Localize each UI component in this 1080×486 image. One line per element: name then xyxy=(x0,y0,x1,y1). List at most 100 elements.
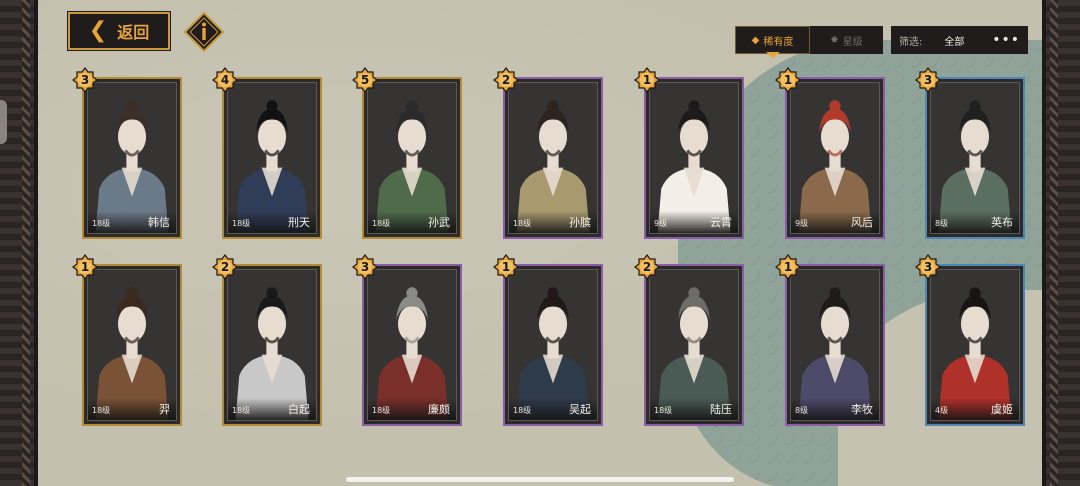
rank-badge: 4 xyxy=(212,67,238,93)
left-frame-border xyxy=(0,0,38,486)
sort-rarity-tab[interactable]: ◆ 稀有度 xyxy=(735,26,810,58)
hero-card[interactable]: 4级 虞姬 3 xyxy=(915,254,1025,426)
hero-card[interactable]: 9级 风后 1 xyxy=(775,67,885,239)
hero-card[interactable]: 18级 吴起 1 xyxy=(493,254,603,426)
hero-level: 8级 xyxy=(935,219,949,228)
filter-label: 筛选: xyxy=(899,36,923,48)
hero-name: 吴起 xyxy=(569,403,591,416)
hero-card-inner: 9级 风后 xyxy=(790,82,880,234)
hero-card-inner: 4级 虞姬 xyxy=(930,269,1020,421)
hero-card[interactable]: 8级 英布 3 xyxy=(915,67,1025,239)
sort-rarity-label: 稀有度 xyxy=(763,36,794,48)
hero-card-inner: 18级 陆压 xyxy=(649,269,739,421)
hero-card[interactable]: 18级 韩信 3 xyxy=(72,67,182,239)
hero-level: 18级 xyxy=(513,406,532,415)
rank-badge: 2 xyxy=(212,254,238,280)
hero-card[interactable]: 18级 羿 1 xyxy=(72,254,182,426)
rank-badge: 3 xyxy=(352,254,378,280)
rank-number: 3 xyxy=(80,73,90,87)
rank-badge: 2 xyxy=(634,254,660,280)
hero-card-inner: 18级 白起 xyxy=(227,269,317,421)
right-frame-border xyxy=(1042,0,1080,486)
hero-card[interactable]: 18级 刑天 4 xyxy=(212,67,322,239)
hero-name: 韩信 xyxy=(148,216,170,229)
hero-card-footer: 9级 风后 xyxy=(791,211,879,233)
hero-card-inner: 8级 英布 xyxy=(930,82,1020,234)
star-icon: ✸ xyxy=(830,34,839,46)
rank-number: 1 xyxy=(783,260,793,274)
rank-badge: 5 xyxy=(352,67,378,93)
rank-number: 3 xyxy=(923,73,933,87)
hero-card-footer: 18级 白起 xyxy=(228,398,316,420)
home-indicator xyxy=(346,477,734,482)
hero-level: 18级 xyxy=(232,219,251,228)
back-button[interactable]: ❮ 返回 xyxy=(67,11,171,51)
rank-number: 3 xyxy=(923,260,933,274)
hero-card-inner: 8级 李牧 xyxy=(790,269,880,421)
hero-name: 孙膑 xyxy=(569,216,591,229)
rank-badge: 1 xyxy=(775,67,801,93)
hero-name: 英布 xyxy=(991,216,1013,229)
rank-badge: 3 xyxy=(915,254,941,280)
hero-level: 18级 xyxy=(372,219,391,228)
hero-card-inner: 18级 吴起 xyxy=(508,269,598,421)
hero-card-inner: 18级 韩信 xyxy=(87,82,177,234)
rank-number: 1 xyxy=(80,260,90,274)
rank-badge: 1 xyxy=(634,67,660,93)
hero-card-footer: 18级 刑天 xyxy=(228,211,316,233)
hero-level: 9级 xyxy=(795,219,809,228)
hero-card-footer: 8级 英布 xyxy=(931,211,1019,233)
rank-number: 3 xyxy=(360,260,370,274)
sort-star-tab[interactable]: ✸ 星级 xyxy=(810,26,883,54)
hero-card-footer: 18级 孙膑 xyxy=(509,211,597,233)
hero-card-inner: 18级 孙武 xyxy=(367,82,457,234)
rank-badge: 1 xyxy=(493,254,519,280)
hero-card-footer: 18级 吴起 xyxy=(509,398,597,420)
hero-level: 18级 xyxy=(92,406,111,415)
hero-level: 9级 xyxy=(654,219,668,228)
hero-level: 8级 xyxy=(795,406,809,415)
sort-star-label: 星级 xyxy=(842,36,863,48)
rank-badge: 2 xyxy=(493,67,519,93)
rank-badge: 3 xyxy=(915,67,941,93)
hero-card[interactable]: 9级 云霄 1 xyxy=(634,67,744,239)
filter-dropdown[interactable]: 筛选: 全部 ••• xyxy=(891,26,1028,54)
hero-name: 廉颇 xyxy=(428,403,450,416)
side-handle[interactable] xyxy=(0,100,7,144)
rank-number: 1 xyxy=(783,73,793,87)
rank-badge: 3 xyxy=(72,67,98,93)
hero-card-inner: 18级 羿 xyxy=(87,269,177,421)
hero-card[interactable]: 18级 廉颇 3 xyxy=(352,254,462,426)
hero-card[interactable]: 8级 李牧 1 xyxy=(775,254,885,426)
info-icon[interactable] xyxy=(183,11,225,53)
rank-number: 1 xyxy=(642,73,652,87)
hero-card-inner: 18级 孙膑 xyxy=(508,82,598,234)
hero-card[interactable]: 18级 孙武 5 xyxy=(352,67,462,239)
hero-card-footer: 18级 韩信 xyxy=(88,211,176,233)
rank-number: 2 xyxy=(642,260,652,274)
hero-card-inner: 18级 廉颇 xyxy=(367,269,457,421)
sort-toggle: ◆ 稀有度 ✸ 星级 xyxy=(735,26,883,58)
hero-card[interactable]: 18级 孙膑 2 xyxy=(493,67,603,239)
back-arrow-icon: ❮ xyxy=(88,18,108,43)
hero-name: 李牧 xyxy=(851,403,873,416)
hero-name: 虞姬 xyxy=(991,403,1013,416)
hero-card-footer: 18级 孙武 xyxy=(368,211,456,233)
hero-card[interactable]: 18级 陆压 2 xyxy=(634,254,744,426)
hero-card[interactable]: 18级 白起 2 xyxy=(212,254,322,426)
hero-name: 刑天 xyxy=(288,216,310,229)
hero-name: 孙武 xyxy=(428,216,450,229)
hero-level: 4级 xyxy=(935,406,949,415)
hero-name: 羿 xyxy=(159,403,170,416)
hero-card-footer: 4级 虞姬 xyxy=(931,398,1019,420)
hero-card-footer: 18级 陆压 xyxy=(650,398,738,420)
hero-collection-panel: ❮ 返回 ◆ 稀有度 ✸ 星级 筛选: 全部 ••• 18级 韩信 3 18级 刑天 4 1… xyxy=(38,0,1042,486)
hero-card-footer: 9级 云霄 xyxy=(650,211,738,233)
back-button-label: 返回 xyxy=(117,23,150,42)
hero-name: 云霄 xyxy=(710,216,732,229)
diamond-icon: ◆ xyxy=(751,34,760,46)
hero-card-footer: 18级 廉颇 xyxy=(368,398,456,420)
rank-number: 1 xyxy=(501,260,511,274)
hero-level: 18级 xyxy=(372,406,391,415)
rank-badge: 1 xyxy=(775,254,801,280)
